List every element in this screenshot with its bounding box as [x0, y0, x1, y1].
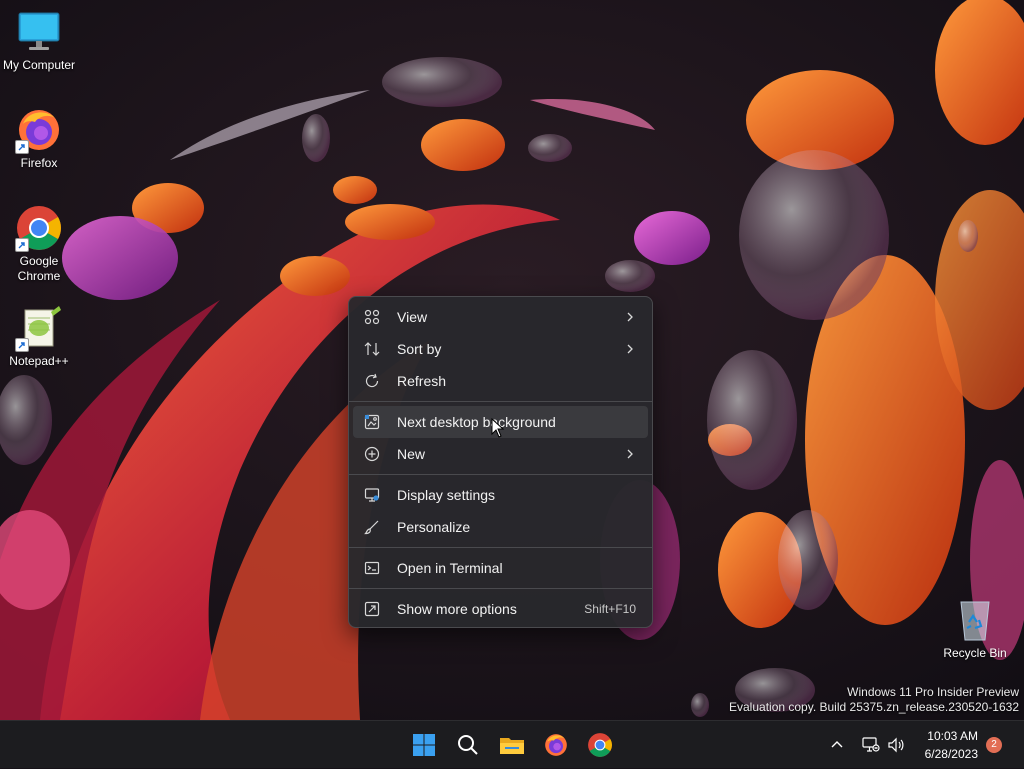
menu-item-shortcut: Shift+F10 — [584, 602, 636, 616]
menu-separator — [349, 547, 652, 548]
chrome-icon — [15, 204, 63, 252]
file-explorer-button[interactable] — [494, 727, 530, 763]
menu-item-label: Show more options — [397, 601, 517, 617]
taskbar: 10:03 AM 6/28/2023 2 — [0, 720, 1024, 768]
desktop-icon-my-computer[interactable]: My Computer — [0, 8, 78, 73]
grid-icon — [363, 308, 381, 326]
firefox-taskbar-button[interactable] — [538, 727, 574, 763]
terminal-icon — [363, 559, 381, 577]
network-status[interactable] — [862, 721, 880, 769]
menu-item-label: Next desktop background — [397, 414, 556, 430]
menu-item-label: Open in Terminal — [397, 560, 503, 576]
next-background-icon — [363, 413, 381, 431]
menu-item-label: Personalize — [397, 519, 471, 535]
menu-separator — [349, 401, 652, 402]
clock-date: 6/28/2023 — [924, 747, 978, 761]
menu-separator — [349, 588, 652, 589]
chevron-right-icon — [627, 449, 633, 459]
desktop-icon-label: Google Chrome — [17, 254, 61, 283]
menu-item-new[interactable]: New — [353, 438, 648, 470]
shortcut-arrow-icon — [15, 338, 29, 352]
search-button[interactable] — [450, 727, 486, 763]
menu-item-open-in-terminal[interactable]: Open in Terminal — [353, 552, 648, 584]
menu-separator — [349, 474, 652, 475]
plus-circle-icon — [363, 445, 381, 463]
menu-item-sort-by[interactable]: Sort by — [353, 333, 648, 365]
sort-icon — [363, 340, 381, 358]
chrome-taskbar-button[interactable] — [582, 727, 618, 763]
file-explorer-icon — [500, 738, 524, 754]
desktop-icon-google-chrome[interactable]: Google Chrome — [0, 204, 78, 284]
desktop-icon-notepadpp[interactable]: Notepad++ — [0, 304, 78, 369]
desktop-context-menu: View Sort by Refresh Next desktop backgr… — [348, 296, 653, 628]
desktop-icon-label: My Computer — [2, 58, 76, 72]
desktop-icon-label: Recycle Bin — [943, 646, 1007, 660]
watermark-line-2: Evaluation copy. Build 25375.zn_release.… — [729, 700, 1019, 714]
refresh-icon — [363, 372, 381, 390]
menu-item-label: Refresh — [397, 373, 447, 389]
menu-item-view[interactable]: View — [353, 301, 648, 333]
chevron-up-icon — [831, 741, 843, 748]
desktop-icon-firefox[interactable]: Firefox — [0, 106, 78, 171]
menu-item-label: Display settings — [397, 487, 496, 503]
taskbar-clock[interactable]: 10:03 AM 6/28/2023 — [925, 727, 978, 763]
clock-time: 10:03 AM — [927, 729, 978, 743]
chrome-icon — [588, 733, 612, 757]
volume-control[interactable] — [887, 721, 905, 769]
shortcut-arrow-icon — [15, 238, 29, 252]
menu-item-show-more-options[interactable]: Show more options Shift+F10 — [353, 593, 648, 625]
network-icon — [862, 737, 880, 752]
recycle-bin-icon — [951, 596, 999, 644]
start-icon — [413, 734, 435, 756]
show-hidden-icons-button[interactable] — [830, 721, 844, 769]
menu-item-label: New — [397, 446, 426, 462]
search-icon — [458, 735, 478, 755]
brush-icon — [363, 518, 381, 536]
volume-icon — [888, 737, 904, 753]
notepadpp-icon — [15, 304, 63, 352]
chevron-right-icon — [627, 312, 633, 322]
desktop-icon-label: Notepad++ — [9, 354, 69, 368]
menu-item-refresh[interactable]: Refresh — [353, 365, 648, 397]
monitor-icon — [15, 8, 63, 56]
watermark-line-1: Windows 11 Pro Insider Preview — [847, 685, 1019, 699]
shortcut-arrow-icon — [15, 140, 29, 154]
menu-item-label: Sort by — [397, 341, 442, 357]
firefox-icon — [545, 734, 567, 756]
menu-item-label: View — [397, 309, 428, 325]
start-button[interactable] — [406, 727, 442, 763]
chevron-right-icon — [627, 344, 633, 354]
more-options-icon — [363, 600, 381, 618]
display-icon — [363, 486, 381, 504]
notification-badge[interactable]: 2 — [986, 737, 1002, 753]
menu-item-display-settings[interactable]: Display settings — [353, 479, 648, 511]
menu-item-personalize[interactable]: Personalize — [353, 511, 648, 543]
desktop-icon-label: Firefox — [20, 156, 58, 170]
desktop-icon-recycle-bin[interactable]: Recycle Bin — [936, 596, 1014, 661]
firefox-icon — [15, 106, 63, 154]
mouse-cursor-icon — [491, 418, 505, 438]
